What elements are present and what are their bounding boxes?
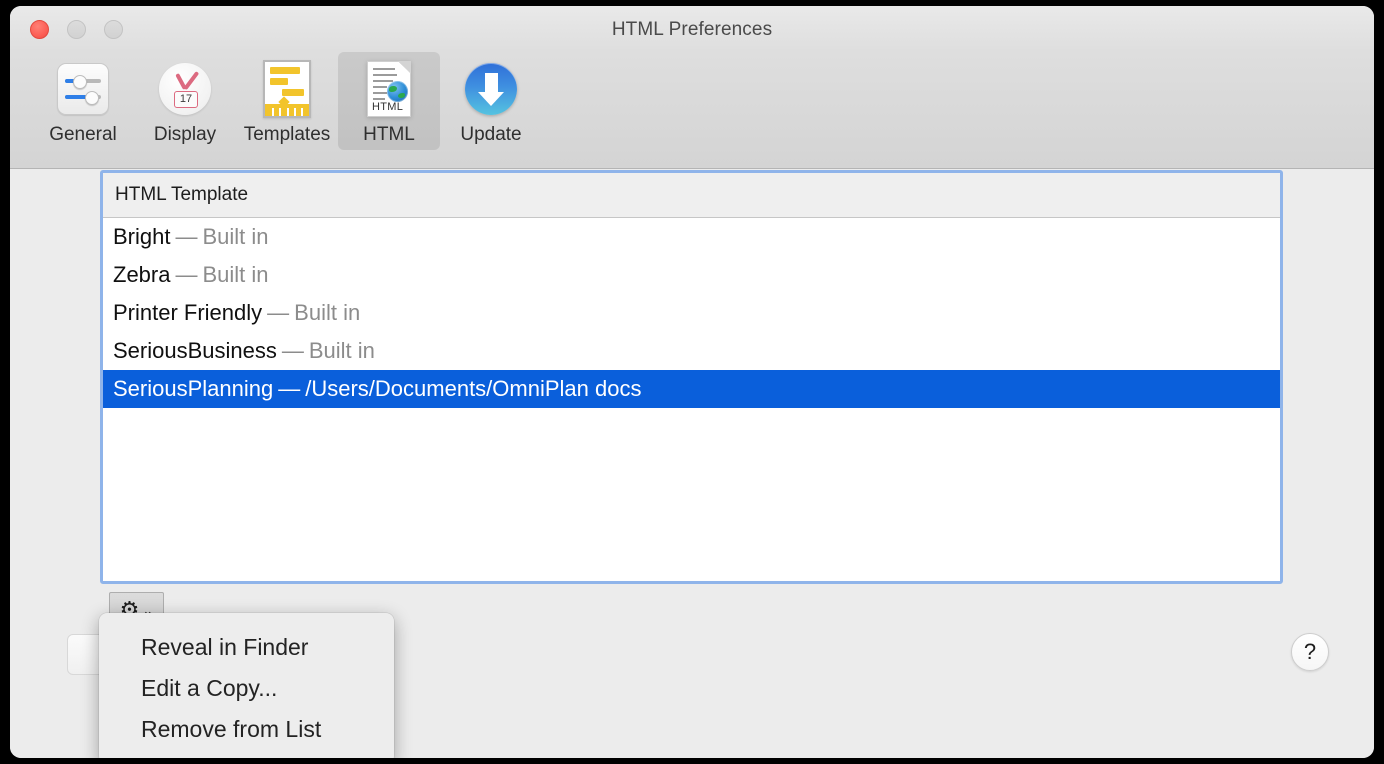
row-detail: /Users/Documents/OmniPlan docs — [305, 376, 642, 401]
list-column-header[interactable]: HTML Template — [103, 173, 1280, 218]
toolbar-label-templates: Templates — [243, 124, 331, 145]
toolbar-item-display[interactable]: 17 Display — [134, 52, 236, 150]
row-separator: — — [175, 262, 198, 287]
table-row-selected[interactable]: SeriousPlanning — /Users/Documents/OmniP… — [103, 370, 1280, 408]
row-name: SeriousBusiness — [113, 338, 277, 363]
window-title: HTML Preferences — [611, 19, 773, 40]
preferences-content: HTML Template Bright — Built in Zebra — … — [10, 169, 1374, 758]
sliders-icon — [52, 58, 114, 120]
help-button-label: ? — [1303, 639, 1317, 664]
menu-item-label: Reveal in Finder — [141, 634, 309, 660]
row-name: Printer Friendly — [113, 300, 263, 325]
row-detail: Built in — [294, 300, 361, 325]
clock-icon: 17 — [154, 58, 216, 120]
row-detail: Built in — [202, 224, 269, 249]
preferences-window: HTML Preferences General 17 Display Temp… — [10, 6, 1374, 758]
html-template-list[interactable]: HTML Template Bright — Built in Zebra — … — [100, 170, 1283, 584]
help-button[interactable]: ? — [1291, 633, 1329, 671]
column-header-label: HTML Template — [115, 184, 249, 205]
gear-context-menu: Reveal in Finder Edit a Copy... Remove f… — [99, 613, 394, 758]
html-doc-icon: HTML — [358, 58, 420, 120]
row-separator: — — [175, 224, 198, 249]
table-row[interactable]: Printer Friendly — Built in — [103, 294, 1280, 332]
menu-item-label: Edit a Copy... — [141, 675, 278, 701]
toolbar-label-html: HTML — [363, 124, 415, 145]
row-separator: — — [267, 300, 290, 325]
menu-item-reveal-in-finder[interactable]: Reveal in Finder — [99, 627, 394, 668]
row-separator: — — [281, 338, 304, 363]
row-name: Bright — [113, 224, 171, 249]
preferences-toolbar: General 17 Display Templates HTML HTML U… — [10, 52, 1374, 169]
toolbar-item-update[interactable]: Update — [440, 52, 542, 150]
row-detail: Built in — [202, 262, 269, 287]
menu-item-remove-from-list[interactable]: Remove from List — [99, 709, 394, 750]
table-row[interactable]: SeriousBusiness — Built in — [103, 332, 1280, 370]
row-name: SeriousPlanning — [113, 376, 274, 401]
toolbar-item-html[interactable]: HTML HTML — [338, 52, 440, 150]
gantt-doc-icon — [256, 58, 318, 120]
row-separator: — — [278, 376, 301, 401]
row-name: Zebra — [113, 262, 171, 287]
row-detail: Built in — [308, 338, 375, 363]
menu-item-edit-a-copy[interactable]: Edit a Copy... — [99, 668, 394, 709]
table-row[interactable]: Zebra — Built in — [103, 256, 1280, 294]
toolbar-item-general[interactable]: General — [32, 52, 134, 150]
menu-item-label: Remove from List — [141, 716, 322, 742]
table-row[interactable]: Bright — Built in — [103, 218, 1280, 256]
toolbar-label-display: Display — [153, 124, 217, 145]
toolbar-label-update: Update — [460, 124, 522, 145]
toolbar-item-templates[interactable]: Templates — [236, 52, 338, 150]
list-body: Bright — Built in Zebra — Built in Print… — [103, 218, 1280, 580]
download-arrow-icon — [460, 58, 522, 120]
toolbar-label-general: General — [49, 124, 117, 145]
window-titlebar: HTML Preferences — [10, 6, 1374, 52]
